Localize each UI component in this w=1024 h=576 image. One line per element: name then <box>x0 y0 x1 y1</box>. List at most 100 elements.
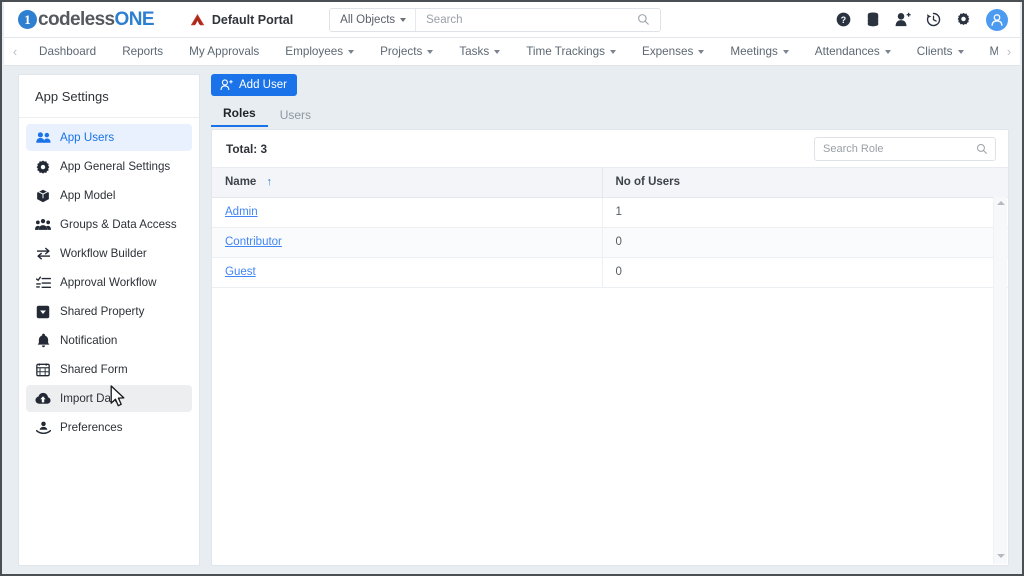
sidebar-item-label: Approval Workflow <box>60 276 157 289</box>
sidebar-item-preferences[interactable]: Preferences <box>26 414 192 441</box>
scroll-down-button[interactable] <box>994 550 1007 562</box>
chevron-down-icon <box>884 49 891 54</box>
nav-item-attendances[interactable]: Attendances <box>802 38 904 65</box>
roles-card: Total: 3 Name ↑ <box>211 129 1009 566</box>
column-header-name-label: Name <box>225 176 257 189</box>
nav-item-label: Reports <box>122 45 164 58</box>
column-header-name[interactable]: Name ↑ <box>212 168 602 198</box>
portal-selector[interactable]: Default Portal <box>190 13 293 27</box>
nav-item-dashboard[interactable]: Dashboard <box>26 38 109 65</box>
nav-scroll-right-button[interactable]: › <box>998 44 1020 59</box>
role-link[interactable]: Contributor <box>225 236 282 248</box>
sidebar-item-label: App Model <box>60 189 116 202</box>
nav-item-label: Meetings <box>730 45 778 58</box>
help-icon[interactable]: ? <box>836 12 851 27</box>
role-search-input[interactable] <box>815 137 976 160</box>
cell-no-of-users: 0 <box>601 257 1008 288</box>
roles-table: Name ↑ No of Users Admin 1 Contributor 0 Gue… <box>212 168 1008 288</box>
nav-item-my-approvals[interactable]: My Approvals <box>176 38 272 65</box>
nav-item-projects[interactable]: Projects <box>367 38 446 65</box>
portal-logo-icon <box>190 13 205 25</box>
table-row[interactable]: Guest 0 <box>212 257 1008 288</box>
sidebar-item-label: Preferences <box>60 421 123 434</box>
nav-item-milestones[interactable]: Milestones <box>977 38 998 65</box>
sidebar-item-import-data[interactable]: Import Data <box>26 385 192 412</box>
nav-item-label: Tasks <box>459 45 490 58</box>
table-row[interactable]: Contributor 0 <box>212 227 1008 258</box>
nav-scroll-left-button[interactable]: ‹ <box>4 44 26 59</box>
sidebar-item-app-model[interactable]: App Model <box>26 182 192 209</box>
table-header-row: Name ↑ No of Users <box>212 168 1008 198</box>
database-icon[interactable] <box>866 12 880 27</box>
svg-text:?: ? <box>841 15 846 25</box>
sort-ascending-icon: ↑ <box>266 176 273 189</box>
main-navigation-bar: ‹ Dashboard Reports My Approvals Employees P… <box>4 38 1020 66</box>
chevron-down-icon <box>610 49 617 54</box>
nav-item-label: Time Trackings <box>526 45 606 58</box>
global-search-input[interactable] <box>416 8 638 31</box>
role-link[interactable]: Guest <box>225 266 256 278</box>
role-link[interactable]: Admin <box>225 206 258 218</box>
nav-item-clients[interactable]: Clients <box>904 38 977 65</box>
global-search-group: All Objects <box>329 7 662 32</box>
arrows-exchange-icon <box>35 247 51 260</box>
table-row[interactable]: Admin 1 <box>212 197 1008 228</box>
roles-table-body: Admin 1 Contributor 0 Guest 0 <box>212 197 1008 288</box>
sidebar-item-label: Notification <box>60 334 118 347</box>
cell-no-of-users: 0 <box>601 227 1008 258</box>
nav-item-label: Attendances <box>814 45 880 58</box>
chevron-up-icon <box>996 201 1005 205</box>
scroll-up-button[interactable] <box>994 197 1007 209</box>
sidebar-item-workflow-builder[interactable]: Workflow Builder <box>26 240 192 267</box>
total-count-label: Total: 3 <box>226 141 268 156</box>
table-vertical-scrollbar[interactable] <box>993 197 1007 564</box>
sidebar-item-approval-workflow[interactable]: Approval Workflow <box>26 269 192 296</box>
nav-item-reports[interactable]: Reports <box>109 38 176 65</box>
chevron-down-icon <box>698 49 705 54</box>
user-avatar[interactable] <box>986 8 1008 31</box>
chevron-down-icon <box>782 49 789 54</box>
search-icon[interactable] <box>976 143 995 155</box>
settings-sidebar: App Settings App Users App General Settin… <box>18 74 200 566</box>
cloud-upload-icon <box>35 392 51 405</box>
sidebar-item-groups-data-access[interactable]: Groups & Data Access <box>26 211 192 238</box>
nav-item-meetings[interactable]: Meetings <box>717 38 801 65</box>
sidebar-item-app-users[interactable]: App Users <box>26 124 192 151</box>
cube-icon <box>35 189 51 203</box>
nav-item-label: Milestones <box>990 45 998 58</box>
add-user-button-label: Add User <box>239 79 287 91</box>
sidebar-item-label: App Users <box>60 131 115 144</box>
cell-name: Guest <box>212 257 602 288</box>
tab-users[interactable]: Users <box>268 108 323 127</box>
sidebar-item-app-general-settings[interactable]: App General Settings <box>26 153 192 180</box>
app-logo[interactable]: 1 codelessONE <box>18 8 155 31</box>
gear-icon <box>35 160 51 174</box>
object-scope-dropdown[interactable]: All Objects <box>330 8 417 31</box>
sidebar-item-shared-form[interactable]: Shared Form <box>26 356 192 383</box>
chevron-down-icon <box>400 17 407 22</box>
sidebar-item-label: Import Data <box>60 392 121 405</box>
header-icon-group: ? <box>836 8 1008 31</box>
search-icon[interactable] <box>637 13 660 26</box>
nav-item-expenses[interactable]: Expenses <box>629 38 717 65</box>
chevron-down-icon <box>427 49 434 54</box>
settings-gear-icon[interactable] <box>956 12 971 27</box>
logo-prefix: codeless <box>38 8 115 30</box>
column-header-no-of-users[interactable]: No of Users <box>601 168 1008 198</box>
add-user-icon[interactable] <box>895 12 911 27</box>
add-user-button[interactable]: Add User <box>211 74 297 96</box>
object-scope-label: All Objects <box>340 13 396 26</box>
nav-item-tasks[interactable]: Tasks <box>446 38 513 65</box>
column-header-no-of-users-label: No of Users <box>615 176 681 189</box>
checklist-icon <box>35 276 51 289</box>
nav-item-employees[interactable]: Employees <box>272 38 367 65</box>
tab-roles[interactable]: Roles <box>211 106 268 127</box>
nav-item-time-trackings[interactable]: Time Trackings <box>513 38 629 65</box>
cell-name: Contributor <box>212 227 602 258</box>
sidebar-item-shared-property[interactable]: Shared Property <box>26 298 192 325</box>
sidebar-item-notification[interactable]: Notification <box>26 327 192 354</box>
chevron-down-icon <box>996 554 1005 558</box>
sidebar-item-label: Workflow Builder <box>60 247 147 260</box>
history-icon[interactable] <box>926 12 941 27</box>
content-panel: Add User Roles Users Total: 3 Search Rol… <box>211 74 1009 566</box>
